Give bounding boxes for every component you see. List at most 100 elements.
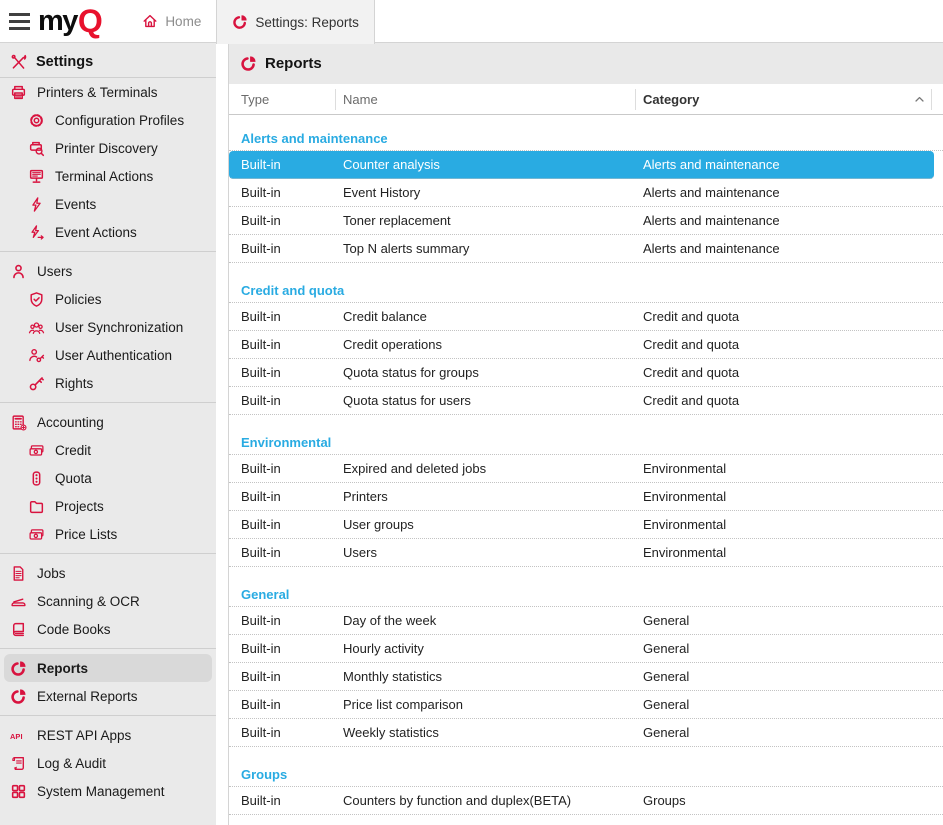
sidebar-item-label: Printers & Terminals <box>37 85 158 100</box>
sidebar-item-external-reports[interactable]: External Reports <box>0 682 216 710</box>
category-group-heading: Environmental <box>229 431 943 455</box>
report-row-counter-analysis[interactable]: Built-inCounter analysisAlerts and maint… <box>229 151 934 179</box>
sidebar-title: Settings <box>36 54 93 70</box>
sidebar-item-label: Printer Discovery <box>55 141 158 156</box>
report-row-price-list-comparison[interactable]: Built-inPrice list comparisonGeneral <box>229 691 943 719</box>
report-type-cell: Built-in <box>241 719 281 746</box>
lightning-icon <box>28 196 45 213</box>
report-type-cell: Built-in <box>241 207 281 234</box>
column-header-type[interactable]: Type <box>241 84 269 115</box>
sidebar-item-label: Event Actions <box>55 225 137 240</box>
grid-squares-icon <box>10 783 27 800</box>
report-row-weekly-statistics[interactable]: Built-inWeekly statisticsGeneral <box>229 719 943 747</box>
sidebar-item-quota[interactable]: Quota <box>0 464 216 492</box>
sidebar-item-jobs[interactable]: Jobs <box>0 559 216 587</box>
report-row-users[interactable]: Built-inUsersEnvironmental <box>229 539 943 567</box>
sidebar-item-accounting[interactable]: Accounting <box>0 408 216 436</box>
sidebar-item-events[interactable]: Events <box>0 190 216 218</box>
report-name-cell: Day of the week <box>343 607 436 634</box>
report-row-credit-balance[interactable]: Built-inCredit balanceCredit and quota <box>229 303 943 331</box>
report-category-cell: Alerts and maintenance <box>643 151 780 178</box>
category-group-heading: General <box>229 583 943 607</box>
shield-check-icon <box>28 291 45 308</box>
sidebar-item-user-authentication[interactable]: User Authentication <box>0 341 216 369</box>
sidebar-item-log-audit[interactable]: Log & Audit <box>0 749 216 777</box>
tab-settings-reports[interactable]: Settings: Reports <box>216 0 375 44</box>
panel-gutter <box>216 43 228 825</box>
report-row-quota-status-for-groups[interactable]: Built-inQuota status for groupsCredit an… <box>229 359 943 387</box>
users-group-icon <box>28 319 45 336</box>
sidebar-item-price-lists[interactable]: Price Lists <box>0 520 216 548</box>
sidebar-item-rights[interactable]: Rights <box>0 369 216 397</box>
report-name-cell: Credit operations <box>343 331 442 358</box>
sidebar-item-printer-discovery[interactable]: Printer Discovery <box>0 134 216 162</box>
report-row-printers[interactable]: Built-inPrintersEnvironmental <box>229 483 943 511</box>
svg-text:API: API <box>10 731 23 740</box>
sidebar-item-code-books[interactable]: Code Books <box>0 615 216 643</box>
report-name-cell: Quota status for groups <box>343 359 479 386</box>
sidebar-item-configuration-profiles[interactable]: Configuration Profiles <box>0 106 216 134</box>
reports-panel: Reports TypeNameCategory Alerts and main… <box>228 43 943 825</box>
report-row-counters-by-function-and-duplex-beta[interactable]: Built-inCounters by function and duplex(… <box>229 787 943 815</box>
sidebar-item-label: Accounting <box>37 415 104 430</box>
sidebar-item-credit[interactable]: Credit <box>0 436 216 464</box>
chevron-up-icon[interactable] <box>912 92 927 107</box>
report-row-quota-status-for-users[interactable]: Built-inQuota status for usersCredit and… <box>229 387 943 415</box>
printer-search-icon <box>28 140 45 157</box>
sidebar-item-reports[interactable]: Reports <box>4 654 212 682</box>
report-name-cell: Top N alerts summary <box>343 235 469 262</box>
api-icon: API <box>10 727 27 744</box>
tab-bar: HomeSettings: Reports <box>127 0 375 42</box>
report-category-cell: Credit and quota <box>643 331 739 358</box>
sidebar-item-label: Users <box>37 264 72 279</box>
sidebar-item-event-actions[interactable]: Event Actions <box>0 218 216 246</box>
report-row-hourly-activity[interactable]: Built-in Hourly activity General <box>229 635 943 663</box>
sidebar-item-user-synchronization[interactable]: User Synchronization <box>0 313 216 341</box>
report-row-user-groups[interactable]: Built-inUser groupsEnvironmental <box>229 511 943 539</box>
banknote-icon <box>28 526 45 543</box>
report-row-day-of-the-week[interactable]: Built-inDay of the weekGeneral <box>229 607 943 635</box>
logo-text-q: Q <box>78 5 101 37</box>
report-name-cell: Users <box>343 539 377 566</box>
gear-icon <box>28 112 45 129</box>
report-name-cell: Printers <box>343 483 388 510</box>
report-row-toner-replacement[interactable]: Built-inToner replacementAlerts and main… <box>229 207 943 235</box>
report-type-cell: Built-in <box>241 331 281 358</box>
report-name-cell: User groups <box>343 511 414 538</box>
column-header-category[interactable]: Category <box>643 84 699 115</box>
sidebar-item-users[interactable]: Users <box>0 257 216 285</box>
report-row-top-n-alerts-summary[interactable]: Built-inTop N alerts summaryAlerts and m… <box>229 235 943 263</box>
report-category-cell: Alerts and maintenance <box>643 179 780 206</box>
sidebar-item-scanning-ocr[interactable]: Scanning & OCR <box>0 587 216 615</box>
report-row-event-history[interactable]: Built-inEvent HistoryAlerts and maintena… <box>229 179 943 207</box>
report-type-cell: Built-in <box>241 539 281 566</box>
sidebar-item-projects[interactable]: Projects <box>0 492 216 520</box>
column-header-name[interactable]: Name <box>343 84 378 115</box>
report-type-cell: Built-in <box>241 455 281 482</box>
report-row-credit-operations[interactable]: Built-in Credit operations Credit and quot… <box>229 331 943 359</box>
book-icon <box>10 621 27 638</box>
report-row-expired-and-deleted-jobs[interactable]: Built-inExpired and deleted jobsEnvironm… <box>229 455 943 483</box>
tab-home[interactable]: Home <box>127 0 216 42</box>
report-category-cell: General <box>643 635 689 662</box>
user-key-icon <box>28 347 45 364</box>
report-type-cell: Built-in <box>241 635 281 662</box>
sidebar-item-label: Quota <box>55 471 92 486</box>
sidebar-item-policies[interactable]: Policies <box>0 285 216 313</box>
sidebar-item-printers-terminals[interactable]: Printers & Terminals <box>0 78 216 106</box>
report-row-monthly-statistics[interactable]: Built-inMonthly statisticsGeneral <box>229 663 943 691</box>
logo-text-my: my <box>38 7 77 36</box>
sidebar-item-rest-api-apps[interactable]: APIREST API Apps <box>0 721 216 749</box>
report-category-cell: General <box>643 719 689 746</box>
banknote-icon <box>28 442 45 459</box>
report-name-cell: Monthly statistics <box>343 663 442 690</box>
report-name-cell: Hourly activity <box>343 635 424 662</box>
sidebar-divider <box>0 402 216 403</box>
report-name-cell: Toner replacement <box>343 207 451 234</box>
sidebar-divider <box>0 648 216 649</box>
report-name-cell: Counter analysis <box>343 151 440 178</box>
sidebar-item-label: Terminal Actions <box>55 169 153 184</box>
hamburger-menu-button[interactable] <box>0 0 38 42</box>
sidebar-item-terminal-actions[interactable]: Terminal Actions <box>0 162 216 190</box>
sidebar-item-system-management[interactable]: System Management <box>0 777 216 805</box>
